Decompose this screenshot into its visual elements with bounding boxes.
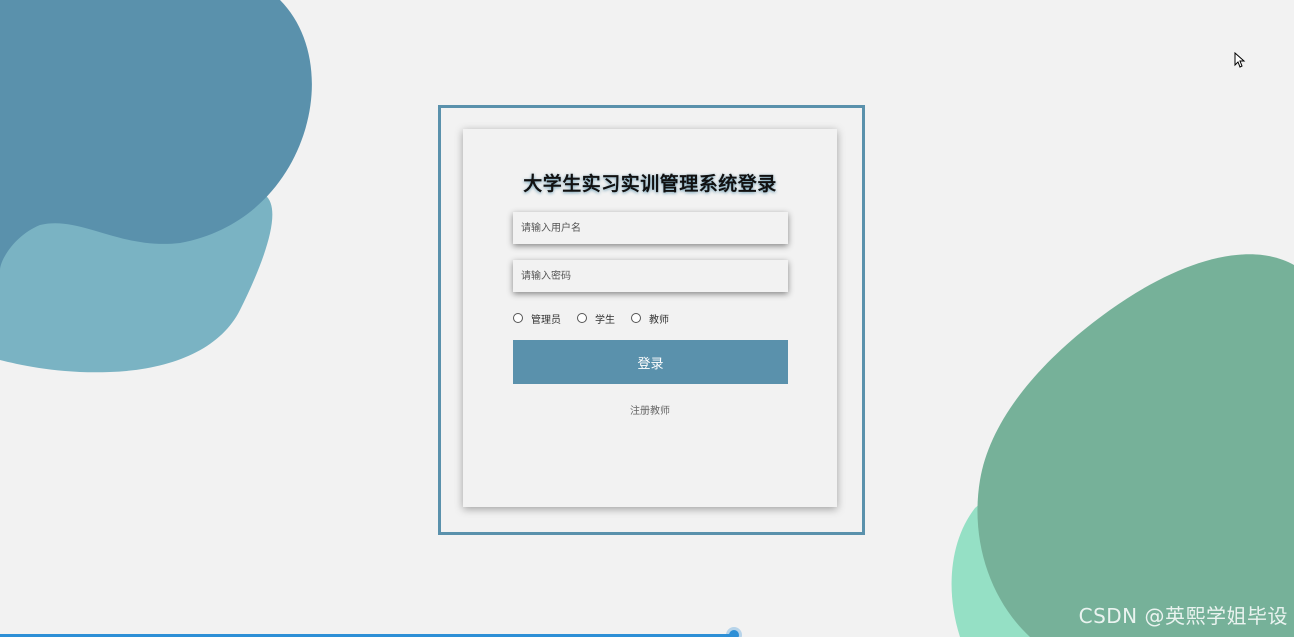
- role-teacher-radio[interactable]: [631, 313, 641, 323]
- password-input[interactable]: [513, 260, 788, 292]
- role-selector: 管理员 学生 教师: [513, 310, 685, 326]
- role-admin-label: 管理员: [531, 314, 561, 326]
- role-admin-radio[interactable]: [513, 313, 523, 323]
- role-option-teacher[interactable]: 教师: [631, 311, 669, 326]
- role-student-radio[interactable]: [577, 313, 587, 323]
- media-progress-handle[interactable]: [729, 630, 739, 637]
- register-teacher-link[interactable]: 注册教师: [463, 402, 837, 417]
- role-option-student[interactable]: 学生: [577, 311, 615, 326]
- watermark-text: CSDN @英熙学姐毕设: [1078, 604, 1288, 628]
- page-title: 大学生实习实训管理系统登录: [523, 173, 777, 195]
- username-input[interactable]: [513, 212, 788, 244]
- login-card: 大学生实习实训管理系统登录 管理员 学生 教师 登录 注册教师: [463, 129, 837, 507]
- login-button[interactable]: 登录: [513, 340, 788, 384]
- role-student-label: 学生: [595, 314, 615, 326]
- role-teacher-label: 教师: [649, 314, 669, 326]
- role-option-admin[interactable]: 管理员: [513, 311, 561, 326]
- mouse-cursor-icon: [1234, 52, 1246, 68]
- login-page: 大学生实习实训管理系统登录 管理员 学生 教师 登录 注册教师 CSDN @英熙…: [0, 0, 1294, 637]
- blob-bottom-right-dark: [977, 254, 1294, 637]
